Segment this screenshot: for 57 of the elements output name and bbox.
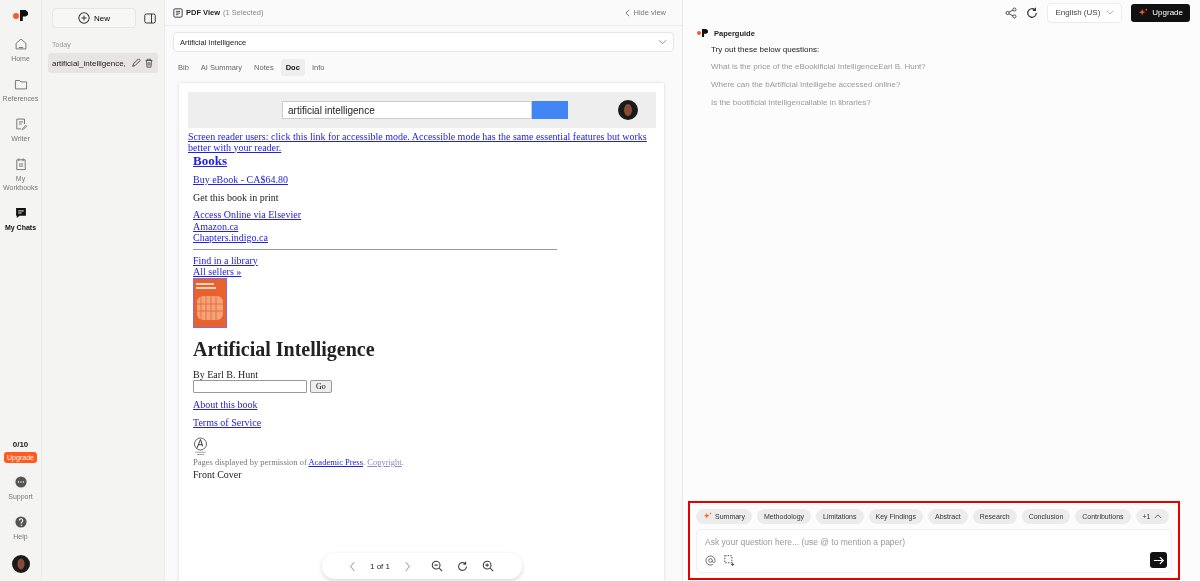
book-author: By Earl B. Hunt	[193, 368, 259, 380]
help-icon	[13, 515, 28, 529]
new-chat-button[interactable]: New	[52, 8, 136, 28]
user-avatar[interactable]	[618, 100, 638, 120]
zoom-in-icon[interactable]	[482, 560, 494, 572]
go-button[interactable]: Go	[310, 380, 332, 393]
plus-circle-icon	[78, 12, 90, 24]
book-title: Artificial Intelligence	[193, 337, 376, 360]
edit-icon[interactable]	[131, 58, 141, 68]
chevron-up-icon	[1153, 514, 1162, 519]
pencil-note-icon	[13, 117, 28, 131]
app-logo	[11, 8, 30, 23]
usage-count: 0/10	[12, 440, 29, 449]
search-inside-field[interactable]	[193, 380, 307, 393]
calendar-icon	[13, 157, 28, 171]
permission-note: Pages displayed by permission of Academic Press. Copyright.	[193, 457, 405, 469]
chevron-left-icon	[625, 8, 631, 17]
folder-icon	[13, 77, 28, 91]
user-avatar[interactable]	[11, 555, 30, 573]
chevron-down-icon	[1106, 10, 1115, 15]
library-link[interactable]: Find in a library	[193, 254, 258, 266]
bot-avatar	[695, 27, 710, 39]
store-link[interactable]: Chapters.indigo.ca	[193, 232, 268, 244]
store-link[interactable]: Access Online via Elsevier	[193, 209, 302, 221]
info-link[interactable]: Terms of Service	[193, 416, 262, 428]
home-icon	[13, 37, 28, 51]
delete-icon[interactable]	[144, 58, 154, 68]
refresh-icon[interactable]	[1026, 6, 1039, 19]
publisher-logo-icon	[193, 437, 208, 457]
refresh-icon[interactable]	[457, 560, 468, 572]
chat-icon	[13, 206, 28, 220]
buy-ebook-link[interactable]: Buy eBook - CA$64.80	[193, 174, 288, 185]
send-button[interactable]	[1150, 552, 1167, 568]
sidebar-toggle-icon[interactable]	[144, 12, 156, 24]
info-link[interactable]: About this book	[193, 399, 258, 410]
search-field[interactable]: artificial intelligence	[282, 101, 532, 119]
chat-bubble-icon	[13, 475, 28, 489]
share-icon[interactable]	[1005, 6, 1018, 19]
message-text: Try out these below questions:	[711, 45, 820, 54]
document-icon	[173, 7, 183, 18]
mention-icon[interactable]	[705, 554, 716, 566]
page-indicator: 1 of 1	[370, 561, 390, 571]
chat-item[interactable]: artificial_intelligence,	[48, 53, 158, 73]
chevron-down-icon	[658, 39, 667, 45]
store-link[interactable]: Amazon.ca	[193, 220, 239, 232]
upgrade-button[interactable]: Upgrade	[1131, 3, 1190, 22]
area-select-icon[interactable]	[724, 554, 735, 566]
accessibility-link[interactable]: Screen reader users: click this link for accessible mode. Accessible mode has the same essential features but works better with your reader.	[188, 132, 656, 153]
print-label: Get this book in print	[193, 191, 279, 203]
language-select[interactable]: English (US)	[1047, 2, 1123, 23]
library-link[interactable]: All sellers »	[193, 266, 242, 278]
books-heading-link[interactable]: Books	[193, 154, 227, 168]
publisher-link[interactable]: Academic Press	[308, 457, 363, 467]
cover-label: Front Cover	[193, 468, 243, 480]
chat-title: artificial_intelligence,	[52, 58, 127, 68]
zoom-out-icon[interactable]	[431, 560, 443, 572]
sparkle-icon	[703, 512, 712, 521]
